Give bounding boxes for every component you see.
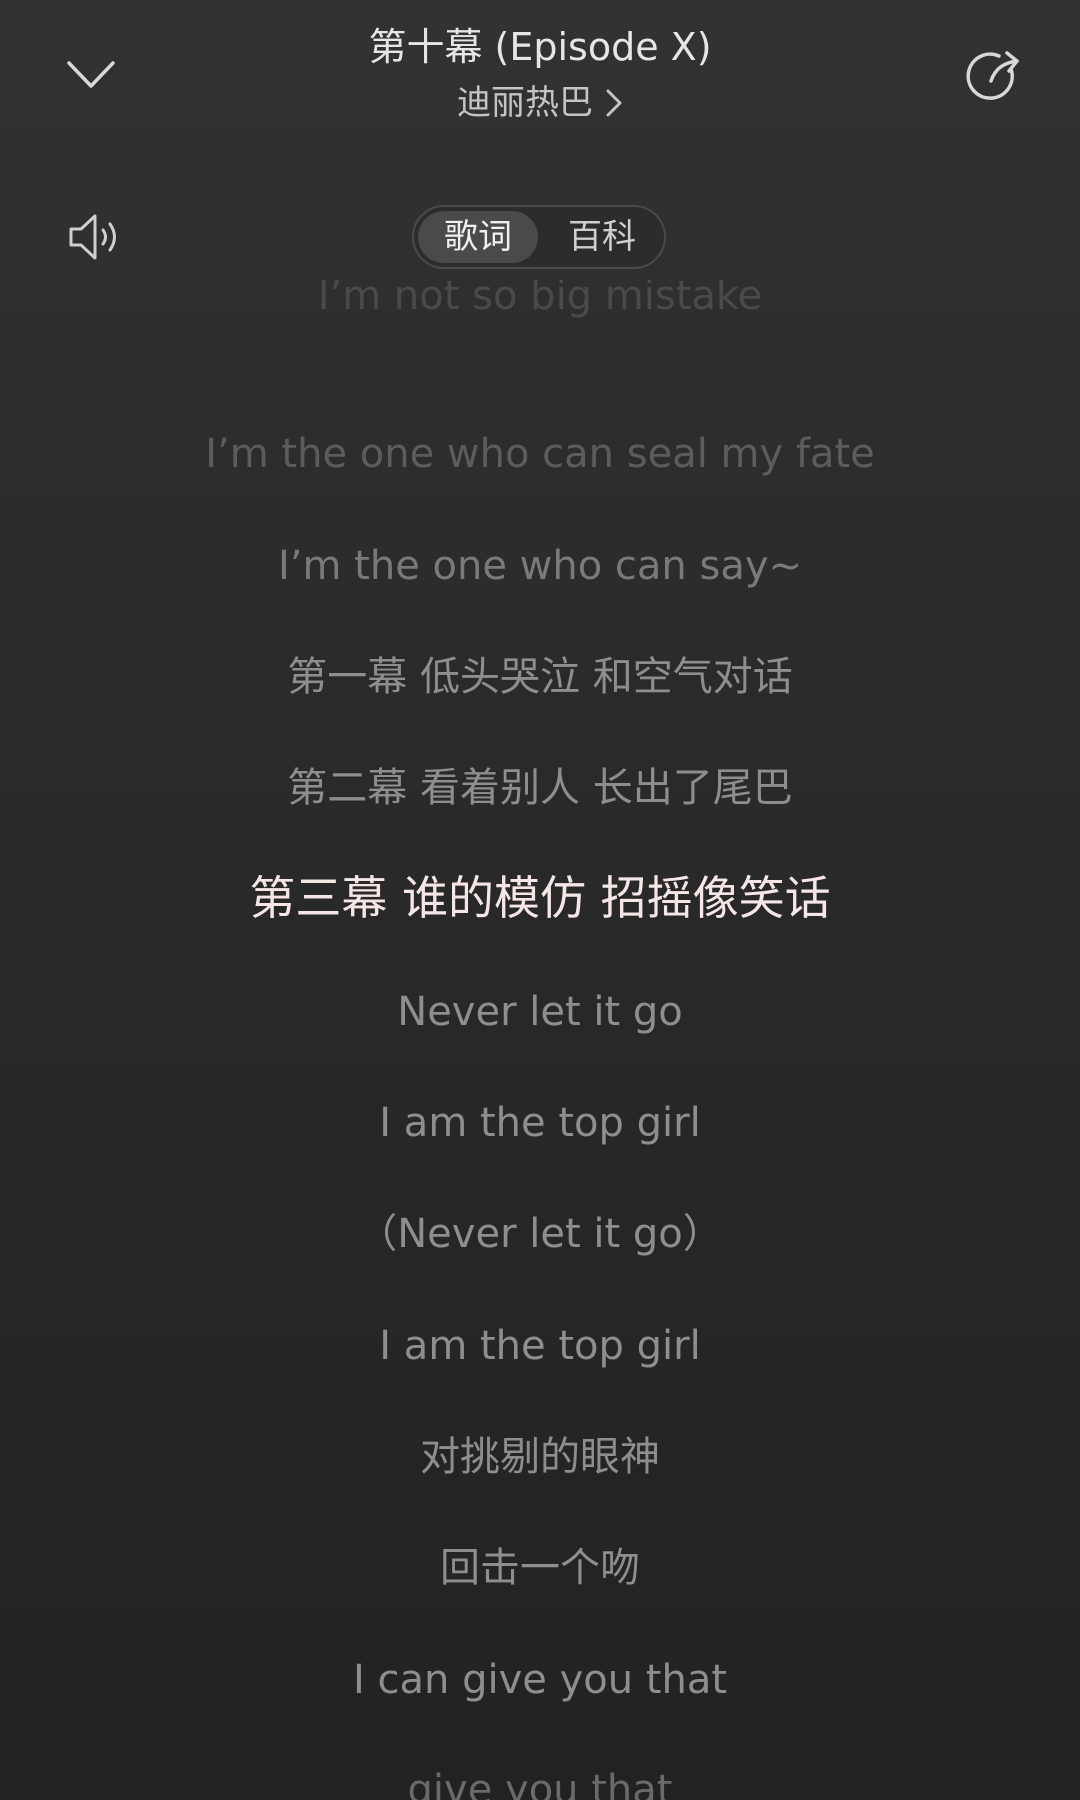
lyrics-scroll-area[interactable]: I’m not so big mistake I’m the one who c… (0, 280, 1080, 1800)
tab-wiki[interactable]: 百科 (542, 211, 662, 263)
share-icon (966, 51, 1019, 100)
lyric-line[interactable]: I can give you that (0, 1652, 1080, 1708)
lyric-line[interactable]: I am the top girl (0, 1095, 1080, 1151)
lyrics-wiki-switch: 歌词 百科 (412, 205, 666, 269)
player-header: 第十幕 (Episode X) 迪丽热巴 (0, 0, 1080, 150)
lyric-line[interactable]: give you that (0, 1762, 1080, 1800)
lyric-line[interactable]: 对挑剔的眼神 (0, 1429, 1080, 1485)
volume-button[interactable] (62, 206, 128, 268)
chevron-right-icon (605, 88, 623, 118)
artist-link[interactable]: 迪丽热巴 (340, 80, 740, 126)
lyric-line[interactable]: Never let it go (0, 984, 1080, 1040)
speaker-icon (69, 214, 116, 260)
lyric-line[interactable]: 第二幕 看着别人 长出了尾巴 (0, 760, 1080, 816)
tab-lyrics[interactable]: 歌词 (418, 211, 538, 263)
lyric-line[interactable]: I am the top girl (0, 1318, 1080, 1374)
artist-name: 迪丽热巴 (457, 83, 593, 123)
song-title: 第十幕 (Episode X) (368, 25, 712, 69)
lyric-line[interactable]: 回击一个吻 (0, 1540, 1080, 1596)
lyric-line[interactable]: 第一幕 低头哭泣 和空气对话 (0, 649, 1080, 705)
chevron-down-icon (67, 61, 115, 88)
collapse-button[interactable] (60, 44, 122, 106)
lyric-line[interactable]: （Never let it go） (0, 1206, 1080, 1262)
lyric-line[interactable]: I’m the one who can seal my fate (0, 426, 1080, 482)
lyric-line[interactable]: I’m the one who can say~ (0, 538, 1080, 594)
lyric-line-current[interactable]: 第三幕 谁的模仿 招摇像笑话 (0, 870, 1080, 926)
share-button[interactable] (960, 44, 1030, 110)
lyric-line[interactable]: I’m not so big mistake (0, 280, 1080, 324)
